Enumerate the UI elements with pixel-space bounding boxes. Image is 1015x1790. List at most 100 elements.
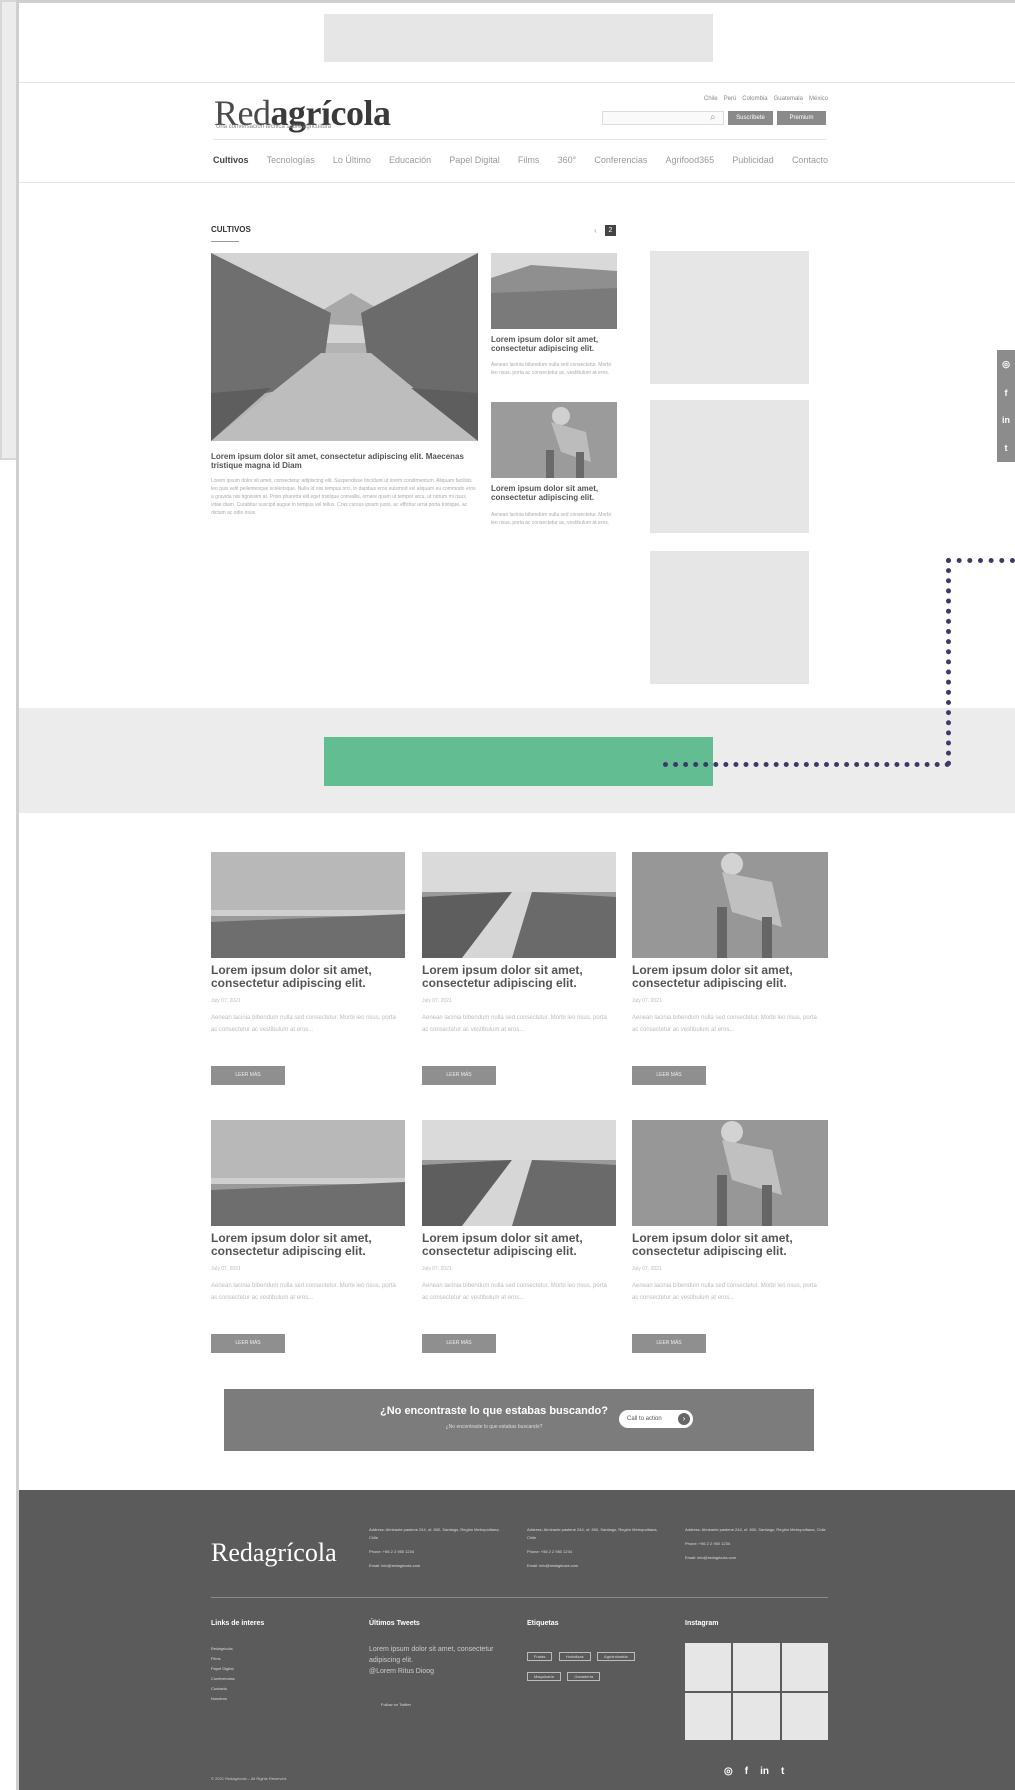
sunset-field-illustration [211,852,405,958]
grid-post-title[interactable]: Lorem ipsum dolor sit amet, consectetur … [211,1232,411,1258]
footer-logo[interactable]: Redagrícola [211,1538,337,1568]
tag-chip[interactable]: Frutas [527,1652,553,1661]
grid-post-excerpt: Aenean lacinia bibendum nulla sed consec… [211,1015,396,1033]
tag-chip[interactable]: Hortalizas [558,1652,591,1661]
nav-item-contacto[interactable]: Contacto [792,155,828,165]
annotation-dotted-line [946,558,951,766]
nav-item-publicidad[interactable]: Publicidad [732,155,774,165]
side-post-title[interactable]: Lorem ipsum dolor sit amet, consectetur … [491,484,617,502]
footer-tags-heading: Etiquetas [527,1620,559,1627]
footer-copyright: © 2021 Redagrícola – All Rights Reserved… [211,1776,288,1781]
cta-button-label: Call to action [627,1416,662,1422]
site-footer: Redagrícola Address: Almirante pastene 2… [19,1490,1015,1790]
grid-post-date: July 07, 2021 [211,998,241,1004]
header-top-divider [19,82,1015,83]
footer-phone: Phone: +56 2 2 950 1234 [369,1549,415,1554]
grid-post-date: July 07, 2021 [211,1266,241,1272]
featured-title[interactable]: Lorem ipsum dolor sit amet, consectetur … [211,452,476,470]
footer-tweet-follow[interactable]: Follow on Twitter [381,1700,411,1710]
instagram-icon[interactable]: ◎ [724,1766,733,1777]
tag-chip[interactable]: Maquinaria [527,1672,561,1681]
highlighted-banner[interactable] [324,737,713,786]
side-post-image[interactable] [491,253,617,329]
footer-email[interactable]: Email: info@redagricola.com [685,1554,828,1562]
read-more-button[interactable]: LEER MÁS [422,1066,496,1085]
grid-post-image[interactable] [422,852,616,958]
footer-link[interactable]: Nosotros [211,1694,235,1704]
instagram-tile[interactable] [733,1643,780,1691]
footer-email[interactable]: Email: info@redagricola.com [369,1562,509,1570]
facebook-icon[interactable]: f [1005,388,1008,398]
grid-post-title[interactable]: Lorem ipsum dolor sit amet, consectetur … [422,964,622,990]
utility-link-guatemala[interactable]: Guatemala [774,96,803,102]
cta-button[interactable]: Call to action › [619,1410,693,1428]
footer-link[interactable]: Papel Digital [211,1664,235,1674]
twitter-icon[interactable]: t [1005,443,1008,453]
crop-rows-illustration [422,852,616,958]
search-input[interactable] [602,111,724,125]
read-more-button[interactable]: LEER MÁS [632,1066,706,1085]
nav-item-cultivos[interactable]: Cultivos [213,155,249,165]
grid-post-image[interactable] [632,852,828,958]
grid-post-title[interactable]: Lorem ipsum dolor sit amet, consectetur … [211,964,411,990]
field-illustration [491,253,617,329]
read-more-button[interactable]: LEER MÁS [211,1334,285,1353]
footer-social-icons: ◎ f in t [724,1766,784,1777]
nav-item-papel-digital[interactable]: Papel Digital [449,155,500,165]
facebook-icon[interactable]: f [745,1766,748,1777]
footer-email[interactable]: Email: info@redagricola.com [527,1562,667,1570]
grid-post-image[interactable] [422,1120,616,1226]
nav-item-tecnologias[interactable]: Tecnologías [267,155,315,165]
arrow-right-icon: › [678,1413,690,1425]
search-icon[interactable]: ⌕ [710,112,716,123]
footer-address: Address: Almirante pastene 244, of. 800,… [527,1527,658,1540]
tag-chip[interactable]: Ganadería [567,1672,601,1681]
instagram-tile[interactable] [733,1692,780,1740]
utility-link-mexico[interactable]: México [809,96,828,102]
pager-current[interactable]: 2 [605,225,616,236]
nav-item-agrifood365[interactable]: Agrifood365 [666,155,715,165]
nav-item-lo-ultimo[interactable]: Lo Último [333,155,371,165]
instagram-tile[interactable] [685,1692,732,1740]
read-more-button[interactable]: LEER MÁS [422,1334,496,1353]
premium-button[interactable]: Premium [777,111,826,125]
footer-tweet-handle[interactable]: @Lorem Ritus Dioog [369,1666,517,1677]
grid-post-title[interactable]: Lorem ipsum dolor sit amet, consectetur … [632,1232,832,1258]
nav-item-educacion[interactable]: Educación [389,155,431,165]
linkedin-icon[interactable]: in [1002,415,1010,425]
tag-chip[interactable]: Agroindustria [597,1652,635,1661]
read-more-button[interactable]: LEER MÁS [211,1066,285,1085]
pager-prev-button[interactable]: ‹ [594,226,597,235]
grid-post-image[interactable] [211,852,405,958]
featured-image[interactable] [211,253,478,441]
instagram-icon[interactable]: ◎ [1002,359,1010,370]
instagram-tile[interactable] [781,1692,828,1740]
utility-link-colombia[interactable]: Colombia [742,96,767,102]
nav-item-360[interactable]: 360° [558,155,577,165]
side-post-excerpt: Aenean lacinia bibendum nulla sed consec… [491,362,611,376]
linkedin-icon[interactable]: in [760,1766,769,1777]
footer-link[interactable]: Conferencias [211,1674,235,1684]
side-post-title[interactable]: Lorem ipsum dolor sit amet, consectetur … [491,335,617,353]
footer-link[interactable]: Films [211,1654,235,1664]
grid-post-date: July 07, 2021 [422,998,452,1004]
grid-post-title[interactable]: Lorem ipsum dolor sit amet, consectetur … [422,1232,622,1258]
nav-item-conferencias[interactable]: Conferencias [594,155,647,165]
instagram-tile[interactable] [781,1643,828,1691]
footer-tweets-heading: Últimos Tweets [369,1620,420,1627]
footer-link[interactable]: Contacto [211,1684,235,1694]
side-post-image[interactable] [491,402,617,478]
utility-link-peru[interactable]: Perú [724,96,737,102]
footer-instagram-heading: Instagram [685,1620,719,1627]
utility-link-chile[interactable]: Chile [704,96,718,102]
subscribe-button[interactable]: Suscríbete [728,111,773,125]
grid-post-image[interactable] [632,1120,828,1226]
footer-link[interactable]: Redagrícola [211,1644,235,1654]
grid-post-title[interactable]: Lorem ipsum dolor sit amet, consectetur … [632,964,832,990]
twitter-icon[interactable]: t [781,1766,784,1777]
nav-item-films[interactable]: Films [518,155,540,165]
read-more-button[interactable]: LEER MÁS [632,1334,706,1353]
grid-post-image[interactable] [211,1120,405,1226]
annotation-dotted-line [663,762,950,767]
instagram-tile[interactable] [685,1643,732,1691]
